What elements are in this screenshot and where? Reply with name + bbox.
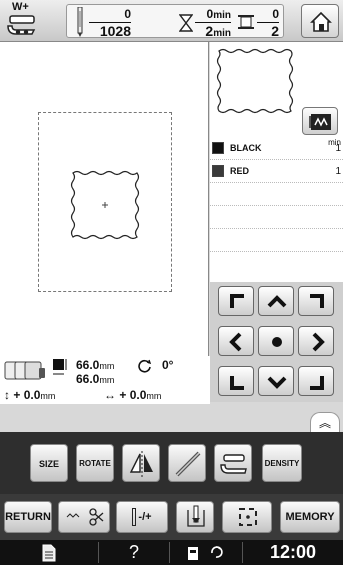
- needle-icon: [132, 508, 137, 527]
- color-name: BLACK: [230, 143, 262, 153]
- thread-spool-icon: [238, 15, 254, 29]
- color-minutes: 1: [335, 143, 341, 154]
- document-icon: [42, 544, 56, 562]
- move-down-button[interactable]: [258, 366, 294, 396]
- color-minutes: 1: [335, 166, 341, 177]
- wireless-status[interactable]: [170, 540, 242, 565]
- embroidery-display-area[interactable]: [0, 42, 209, 356]
- needle-mode-button[interactable]: -/+: [116, 501, 168, 533]
- double-chevron-up-icon: ︽: [318, 416, 331, 430]
- move-up-button[interactable]: [258, 286, 294, 316]
- thread-color-list: BLACK 1 RED 1: [210, 137, 343, 275]
- stitch-total: 1028: [99, 23, 131, 39]
- move-left-button[interactable]: [218, 326, 254, 356]
- clock: 12:00: [269, 542, 317, 562]
- top-bar: W+ 0 1028 0min 2min 0 2: [0, 0, 343, 42]
- mirror-button[interactable]: [122, 444, 160, 482]
- home-button[interactable]: [301, 4, 339, 38]
- down-arrow-icon: [267, 376, 287, 389]
- empty-row: [210, 229, 343, 252]
- document-button[interactable]: [0, 540, 98, 565]
- presser-foot-button[interactable]: [214, 444, 252, 482]
- sewing-toolbar: RETURN -/+ MEMORY: [0, 494, 343, 540]
- needle-position-button[interactable]: [176, 501, 214, 533]
- network-icon: [188, 545, 223, 560]
- mirror-icon: [129, 451, 153, 477]
- move-right-button[interactable]: [298, 326, 334, 356]
- sewing-progress-panel: 0 1028 0min 2min 0 2: [66, 4, 284, 39]
- pencil-icon: [175, 451, 201, 477]
- color-row-1[interactable]: RED 1: [210, 160, 343, 183]
- up-arrow-icon: [267, 295, 287, 308]
- time-unit-bottom: min: [213, 28, 231, 39]
- color-row-0[interactable]: BLACK 1: [210, 137, 343, 160]
- stitch-counter: 0 1028: [89, 7, 131, 39]
- help-button[interactable]: ?: [99, 540, 169, 565]
- move-up-right-button[interactable]: [298, 286, 334, 316]
- pattern-size-info: 66.0mm 66.0mm 0° ↕ + 0.0mm ↔ + 0.0mm: [0, 356, 210, 404]
- memory-button[interactable]: MEMORY: [280, 501, 340, 533]
- time-unit-top: min: [213, 10, 231, 21]
- time-counter: 0min 2min: [195, 7, 231, 39]
- empty-row: [210, 252, 343, 275]
- empty-row: [210, 206, 343, 229]
- needle-down-icon: [187, 505, 205, 527]
- density-button[interactable]: DENSITY: [262, 444, 302, 482]
- rotation-value: 0°: [162, 358, 174, 372]
- color-total: 2: [271, 23, 279, 39]
- preview-button[interactable]: [302, 107, 338, 135]
- size-icon: [53, 359, 67, 375]
- empty-row: [210, 183, 343, 206]
- move-up-left-button[interactable]: [218, 286, 254, 316]
- status-bar: ? 12:00: [0, 540, 343, 565]
- left-arrow-icon: [229, 332, 242, 352]
- pattern-info-panel: min BLACK 1 RED 1: [210, 42, 343, 282]
- scissors-icon: [66, 508, 104, 526]
- presser-foot-pressure: W+: [4, 1, 42, 40]
- pattern-preview-frame: [70, 170, 140, 240]
- center-dot-icon: [272, 337, 282, 347]
- vertical-offset: ↕ + 0.0mm: [4, 388, 56, 402]
- right-arrow-icon: [312, 332, 325, 352]
- move-arrow-pad: [210, 282, 343, 402]
- up-right-arrow-icon: [310, 294, 324, 308]
- home-icon: [310, 11, 332, 32]
- needle-icon: [77, 7, 83, 37]
- horizontal-offset: ↔ + 0.0mm: [104, 388, 162, 402]
- presser-foot-icon: [220, 454, 247, 474]
- edit-toolbar: SIZE ROTATE DENSITY: [0, 432, 343, 494]
- color-swatch: [212, 142, 224, 154]
- thread-cut-button[interactable]: [58, 501, 110, 533]
- foot-pressure-label: W+: [12, 1, 29, 13]
- move-down-right-button[interactable]: [298, 366, 334, 396]
- width-value: 66.0mm: [76, 358, 115, 372]
- height-value: 66.0mm: [76, 372, 115, 386]
- trial-button[interactable]: [222, 501, 272, 533]
- color-swatch: [212, 165, 224, 177]
- color-current: 0: [257, 7, 279, 23]
- up-left-arrow-icon: [230, 294, 244, 308]
- color-change-counter: 0 2: [257, 7, 279, 39]
- color-name: RED: [230, 166, 250, 176]
- rotate-button[interactable]: ROTATE: [76, 444, 114, 482]
- preview-icon: [309, 114, 331, 130]
- stitch-current: 0: [89, 7, 131, 23]
- pattern-thumbnail: [216, 48, 294, 114]
- rotation-icon: [138, 359, 152, 373]
- down-right-arrow-icon: [310, 376, 324, 390]
- layout-icon: [4, 361, 45, 380]
- move-down-left-button[interactable]: [218, 366, 254, 396]
- line-style-button[interactable]: [168, 444, 206, 482]
- collapse-toolbar-button[interactable]: ︽: [310, 412, 340, 432]
- size-button[interactable]: SIZE: [30, 444, 68, 482]
- trial-frame-icon: [239, 508, 257, 526]
- hourglass-icon: [179, 14, 193, 32]
- return-button[interactable]: RETURN: [4, 501, 52, 533]
- down-left-arrow-icon: [230, 376, 244, 390]
- center-button[interactable]: [258, 326, 294, 356]
